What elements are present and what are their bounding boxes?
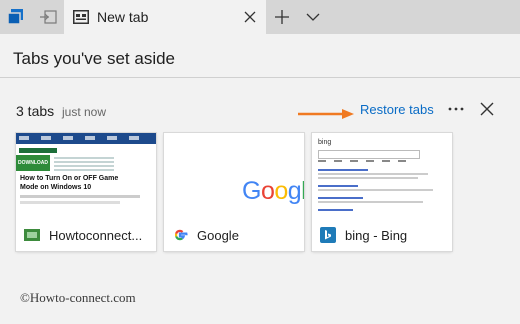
watermark: ©Howto-connect.com <box>20 290 136 305</box>
page-thumbnail: DOWNLOAD How to Turn On or OFF Game Mode… <box>16 133 156 219</box>
restore-tabs-link[interactable]: Restore tabs <box>360 102 434 117</box>
annotation-arrow <box>298 109 354 119</box>
tab-preview-toggle[interactable] <box>298 0 328 34</box>
newtab-favicon-icon <box>73 10 89 24</box>
tabs-aside-panel: Tabs you've set aside 3 tabs just now Re… <box>0 35 520 324</box>
more-icon[interactable] <box>446 99 466 119</box>
group-timestamp: just now <box>62 105 107 119</box>
group-tab-count: 3 tabs <box>16 103 55 119</box>
bing-b-icon <box>320 227 336 243</box>
divider <box>0 77 520 78</box>
tab-title: New tab <box>97 9 149 25</box>
close-icon[interactable] <box>244 11 256 23</box>
tabs-aside-button[interactable] <box>0 0 32 34</box>
tabs-aside-icon <box>7 9 23 25</box>
plus-icon <box>275 10 289 24</box>
card-label-row: bing - Bing <box>312 219 452 251</box>
thumb-badge: DOWNLOAD <box>18 160 48 166</box>
new-tab-button[interactable] <box>266 0 298 34</box>
page-thumbnail: Google <box>164 133 304 219</box>
google-logo: Google <box>242 177 304 205</box>
card-label-row: Howtoconnect... <box>16 219 156 251</box>
tab-strip: New tab <box>0 0 520 35</box>
card-label-row: Google <box>164 219 304 251</box>
aside-tab-card-howtoconnect[interactable]: DOWNLOAD How to Turn On or OFF Game Mode… <box>16 133 156 251</box>
page-thumbnail: bing <box>312 133 452 219</box>
site-favicon-icon <box>24 229 40 241</box>
tab-new-tab[interactable]: New tab <box>64 0 266 35</box>
panel-title: Tabs you've set aside <box>13 49 176 68</box>
thumb-search-logo: bing <box>318 139 332 146</box>
thumb-headline: How to Turn On or OFF Game Mode on Windo… <box>20 175 119 191</box>
card-label: bing - Bing <box>345 227 408 243</box>
card-label: Howtoconnect... <box>49 227 143 243</box>
set-tabs-aside-button[interactable] <box>32 0 64 34</box>
aside-tab-card-bing[interactable]: bing bing - Bing <box>312 133 452 251</box>
aside-tab-card-google[interactable]: Google Google <box>164 133 304 251</box>
card-label: Google <box>197 227 239 243</box>
chevron-down-icon <box>306 13 320 21</box>
google-g-icon <box>174 229 188 241</box>
close-icon[interactable] <box>479 101 495 117</box>
set-tabs-aside-icon <box>40 10 57 24</box>
